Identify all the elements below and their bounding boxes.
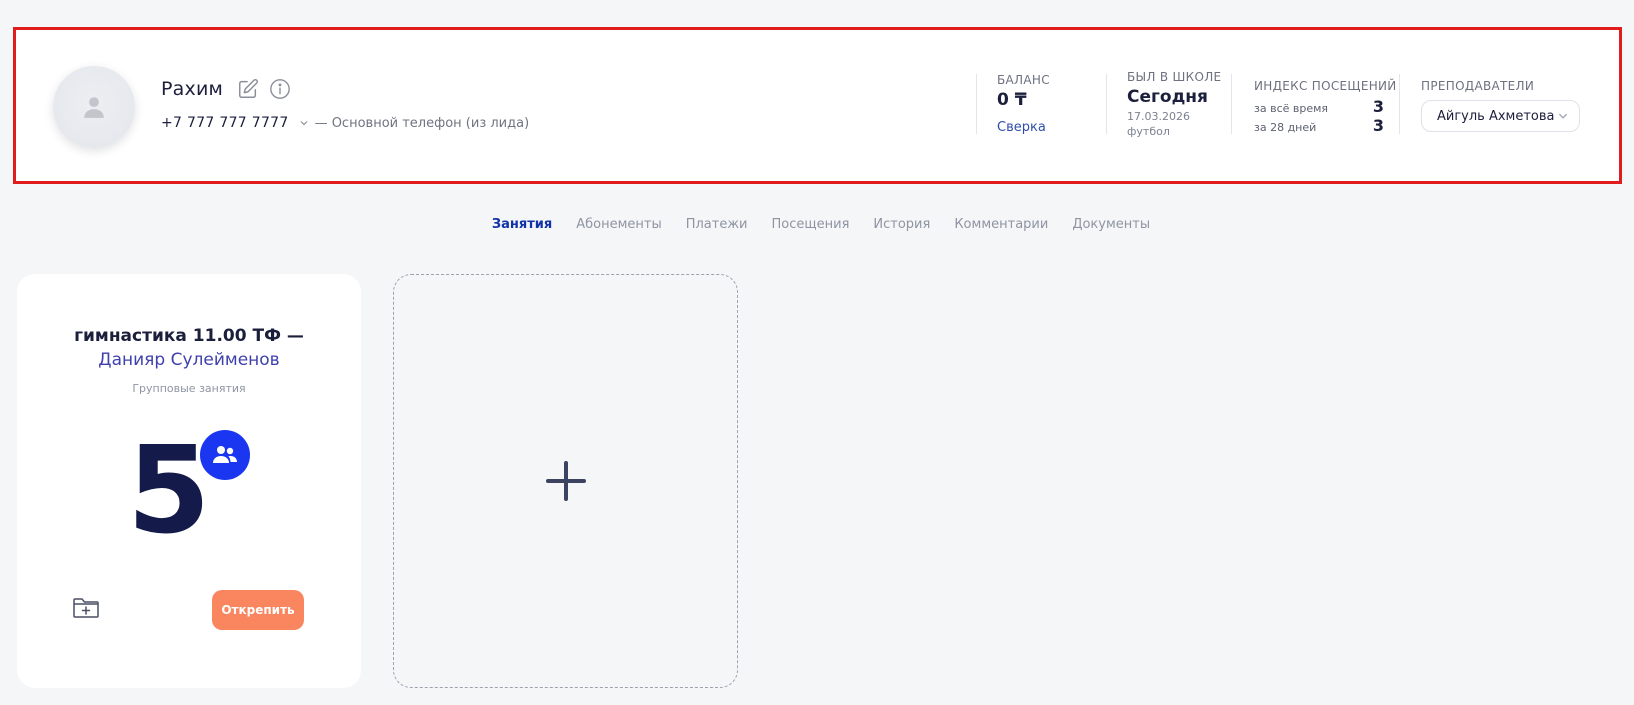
- attendance-index-label: ИНДЕКС ПОСЕЩЕНИЙ: [1254, 79, 1397, 93]
- attendance-all-time-value: 3: [1372, 97, 1384, 116]
- client-profile-page: Рахим +7 777 777 7777 — Основной телефон…: [0, 0, 1634, 705]
- stat-divider: [976, 74, 977, 134]
- add-course-card[interactable]: [393, 274, 738, 688]
- client-header-card: Рахим +7 777 777 7777 — Основной телефон…: [13, 27, 1622, 184]
- client-phone-row: +7 777 777 7777 — Основной телефон (из л…: [161, 115, 529, 131]
- attendance-28-days-label: за 28 дней: [1254, 121, 1317, 134]
- tab-payments[interactable]: Платежи: [686, 217, 748, 232]
- course-type: Групповые занятия: [132, 382, 246, 395]
- group-badge: [200, 430, 250, 480]
- info-icon[interactable]: [269, 78, 291, 100]
- plus-icon: [545, 461, 586, 501]
- chevron-down-icon: [1558, 113, 1568, 119]
- course-title: гимнастика 11.00 ТФ —: [74, 326, 304, 346]
- attendance-all-time-row: за всё время 3: [1254, 97, 1384, 116]
- balance-label: БАЛАНС: [997, 73, 1050, 87]
- last-visit-value: Сегодня: [1127, 87, 1208, 107]
- attendance-index-block: ИНДЕКС ПОСЕЩЕНИЙ за всё время 3 за 28 дн…: [1254, 79, 1397, 135]
- stat-divider: [1399, 74, 1400, 134]
- profile-tabs: Занятия Абонементы Платежи Посещения Ист…: [0, 217, 1634, 232]
- tab-visits[interactable]: Посещения: [772, 217, 850, 232]
- chevron-down-icon[interactable]: [299, 118, 309, 128]
- tab-documents[interactable]: Документы: [1072, 217, 1150, 232]
- attendance-all-time-label: за всё время: [1254, 102, 1329, 115]
- group-users-icon: [213, 446, 237, 463]
- edit-icon[interactable]: [237, 78, 259, 100]
- last-visit-label: БЫЛ В ШКОЛЕ: [1127, 70, 1222, 84]
- stat-divider: [1106, 74, 1107, 134]
- tab-subscriptions[interactable]: Абонементы: [576, 217, 662, 232]
- client-name-row: Рахим: [161, 78, 291, 100]
- course-card: гимнастика 11.00 ТФ — Данияр Сулейменов …: [17, 274, 361, 688]
- course-teacher-link[interactable]: Данияр Сулейменов: [17, 350, 361, 370]
- attendance-28-days-row: за 28 дней 3: [1254, 116, 1384, 135]
- attendance-28-days-value: 3: [1372, 116, 1384, 135]
- tab-history[interactable]: История: [873, 217, 930, 232]
- stat-divider: [1231, 74, 1232, 134]
- teacher-select[interactable]: Айгуль Ахметова: [1421, 100, 1580, 132]
- avatar[interactable]: [53, 66, 135, 148]
- folder-add-icon[interactable]: [72, 596, 100, 620]
- balance-block: БАЛАНС 0 ₸ Сверка: [997, 73, 1050, 135]
- balance-value: 0 ₸: [997, 90, 1027, 110]
- lesson-count: 5: [127, 422, 211, 561]
- phone-note: — Основной телефон (из лида): [314, 115, 530, 131]
- last-visit-block: БЫЛ В ШКОЛЕ Сегодня 17.03.2026 футбол: [1127, 70, 1221, 138]
- client-phone[interactable]: +7 777 777 7777: [161, 115, 289, 131]
- last-visit-date: 17.03.2026: [1127, 110, 1190, 123]
- user-placeholder-icon: [84, 97, 104, 118]
- teachers-label: ПРЕПОДАВАТЕЛИ: [1421, 79, 1535, 93]
- tab-lessons[interactable]: Занятия: [492, 217, 552, 232]
- last-visit-activity: футбол: [1127, 125, 1170, 138]
- client-name: Рахим: [161, 78, 224, 100]
- teachers-block: ПРЕПОДАВАТЕЛИ Айгуль Ахметова: [1421, 79, 1580, 132]
- teacher-selected: Айгуль Ахметова: [1437, 108, 1555, 124]
- reconcile-link[interactable]: Сверка: [997, 120, 1046, 135]
- unpin-button[interactable]: Открепить: [212, 590, 304, 630]
- tab-comments[interactable]: Комментарии: [954, 217, 1048, 232]
